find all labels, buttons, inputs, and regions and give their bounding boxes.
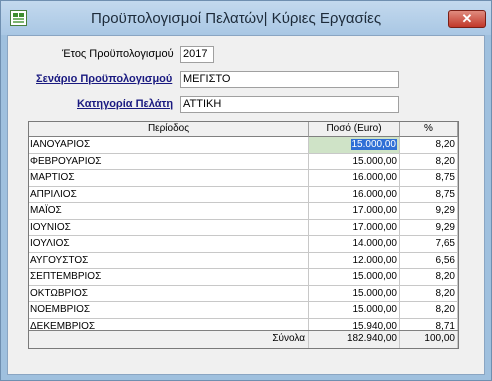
percent-cell: 8,20 [400, 153, 458, 170]
column-header-percent[interactable]: % [400, 122, 458, 137]
amount-cell[interactable]: 15.000,00 [309, 153, 400, 170]
period-cell: ΙΟΥΛΙΟΣ [29, 236, 309, 253]
table-row[interactable]: ΙΟΥΝΙΟΣ 17.000,00 9,29 [29, 219, 458, 236]
amount-cell-selected-text[interactable]: 15.000,00 [350, 139, 397, 150]
period-cell: ΑΥΓΟΥΣΤΟΣ [29, 252, 309, 269]
amount-cell[interactable]: 14.000,00 [309, 236, 400, 253]
table-row[interactable]: ΙΟΥΛΙΟΣ 14.000,00 7,65 [29, 236, 458, 253]
table-row[interactable]: ΑΥΓΟΥΣΤΟΣ 12.000,00 6,56 [29, 252, 458, 269]
period-cell: ΑΠΡΙΛΙΟΣ [29, 186, 309, 203]
scenario-field[interactable]: ΜΕΓΙΣΤΟ [180, 71, 399, 88]
percent-cell: 8,20 [400, 269, 458, 286]
client-area: Έτος Προϋπολογισμού 2017 Σενάριο Προϋπολ… [7, 35, 485, 375]
amount-cell[interactable]: 16.000,00 [309, 170, 400, 187]
amount-cell[interactable]: 15.000,00 [309, 302, 400, 319]
window-title: Προϋπολογισμοί Πελατών| Κύριες Εργασίες [90, 10, 382, 27]
percent-cell: 7,65 [400, 236, 458, 253]
amount-cell[interactable]: 17.000,00 [309, 219, 400, 236]
totals-label: Σύνολα [29, 331, 309, 348]
percent-cell: 8,75 [400, 170, 458, 187]
table-row[interactable]: ΟΚΤΩΒΡΙΟΣ 15.000,00 8,20 [29, 285, 458, 302]
period-cell: ΜΑΡΤΙΟΣ [29, 170, 309, 187]
period-cell: ΟΚΤΩΒΡΙΟΣ [29, 285, 309, 302]
title-bar[interactable]: Προϋπολογισμοί Πελατών| Κύριες Εργασίες … [1, 1, 491, 35]
amount-cell[interactable]: 17.000,00 [309, 203, 400, 220]
percent-cell: 8,20 [400, 137, 458, 154]
table-row[interactable]: ΣΕΠΤΕΜΒΡΙΟΣ 15.000,00 8,20 [29, 269, 458, 286]
period-cell: ΙΑΝΟΥΑΡΙΟΣ [29, 137, 309, 154]
percent-cell: 6,56 [400, 252, 458, 269]
customer-category-field[interactable]: ΑΤΤΙΚΗ [180, 96, 399, 113]
table-row[interactable]: ΦΕΒΡΟΥΑΡΙΟΣ 15.000,00 8,20 [29, 153, 458, 170]
column-header-amount[interactable]: Ποσό (Euro) [309, 122, 400, 137]
period-cell: ΙΟΥΝΙΟΣ [29, 219, 309, 236]
percent-cell: 8,75 [400, 186, 458, 203]
percent-cell: 9,29 [400, 219, 458, 236]
table-row[interactable]: ΜΑΪΟΣ 17.000,00 9,29 [29, 203, 458, 220]
amount-cell[interactable]: 15.000,00 [309, 285, 400, 302]
close-icon[interactable]: ✕ [462, 11, 473, 26]
table-row[interactable]: ΙΑΝΟΥΑΡΙΟΣ 15.000,00 8,20 [29, 137, 458, 154]
totals-amount: 182.940,00 [309, 331, 400, 348]
table-row[interactable]: ΜΑΡΤΙΟΣ 16.000,00 8,75 [29, 170, 458, 187]
budget-window: Προϋπολογισμοί Πελατών| Κύριες Εργασίες … [0, 0, 492, 381]
totals-percent: 100,00 [400, 331, 458, 348]
year-field[interactable]: 2017 [180, 46, 214, 63]
percent-cell: 8,20 [400, 285, 458, 302]
amount-cell[interactable]: 16.000,00 [309, 186, 400, 203]
percent-cell: 8,20 [400, 302, 458, 319]
table-row[interactable]: ΝΟΕΜΒΡΙΟΣ 15.000,00 8,20 [29, 302, 458, 319]
table-row[interactable]: ΑΠΡΙΛΙΟΣ 16.000,00 8,75 [29, 186, 458, 203]
budget-grid: Περίοδος Ποσό (Euro) % ΙΑΝΟΥΑΡΙΟΣ 15.000… [28, 121, 459, 349]
totals-row: Σύνολα 182.940,00 100,00 [29, 330, 458, 348]
year-label: Έτος Προϋπολογισμού [62, 48, 174, 60]
period-cell: ΜΑΪΟΣ [29, 203, 309, 220]
period-cell: ΦΕΒΡΟΥΑΡΙΟΣ [29, 153, 309, 170]
amount-cell[interactable]: 15.000,00 [309, 137, 400, 154]
period-cell: ΣΕΠΤΕΜΒΡΙΟΣ [29, 269, 309, 286]
amount-cell[interactable]: 12.000,00 [309, 252, 400, 269]
amount-cell[interactable]: 15.000,00 [309, 269, 400, 286]
column-header-period[interactable]: Περίοδος [29, 122, 309, 137]
percent-cell: 9,29 [400, 203, 458, 220]
scenario-label[interactable]: Σενάριο Προϋπολογισμού [36, 73, 172, 85]
period-cell: ΝΟΕΜΒΡΙΟΣ [29, 302, 309, 319]
close-button[interactable]: ✕ [448, 10, 486, 28]
customer-category-label[interactable]: Κατηγορία Πελάτη [77, 98, 173, 110]
